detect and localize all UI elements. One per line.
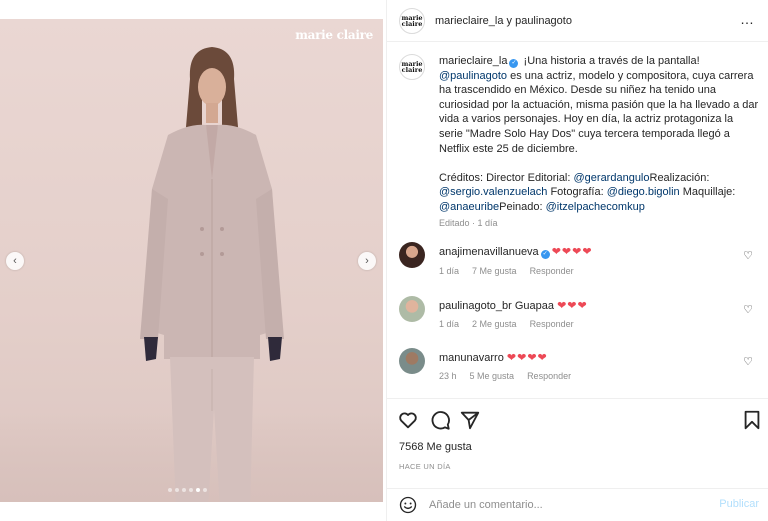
reply-button[interactable]: Responder xyxy=(530,319,574,329)
marie-claire-watermark: marie claire xyxy=(295,28,373,42)
mention-link[interactable]: @paulinagoto xyxy=(439,70,507,82)
comment-time[interactable]: 1 día xyxy=(439,319,459,329)
caption-line: ¡Una historia a través de la pantalla! xyxy=(520,55,700,67)
reply-button[interactable]: Responder xyxy=(527,371,571,381)
mention-link[interactable]: @gerardangulo xyxy=(574,172,650,184)
model-figure xyxy=(140,47,284,502)
mention-link[interactable]: @itzelpachecomkup xyxy=(546,201,645,213)
heart-emojis: ❤❤❤ xyxy=(557,300,588,312)
heart-emojis: ❤❤❤❤ xyxy=(551,246,593,258)
comment-item: anajimenavillanueva ✓ ❤❤❤❤ 1 día 7 Me gust… xyxy=(399,242,759,282)
carousel-dot xyxy=(189,488,193,492)
post-details-panel: marie claire marieclaire_la y paulinagot… xyxy=(386,0,768,521)
mention-link[interactable]: @sergio.valenzuelach xyxy=(439,186,547,198)
comment-bubble-icon[interactable] xyxy=(429,409,451,431)
comment-time[interactable]: 23 h xyxy=(439,371,457,381)
credits-label: Realización: xyxy=(649,171,710,184)
credits-label: Peinado: xyxy=(499,200,546,213)
comment-time[interactable]: 1 día xyxy=(439,266,459,276)
avatar[interactable] xyxy=(399,296,425,322)
post-authors[interactable]: marieclaire_la y paulinagoto xyxy=(435,15,572,27)
carousel-dot xyxy=(182,488,186,492)
avatar[interactable] xyxy=(399,348,425,374)
comment-likes[interactable]: 7 Me gusta xyxy=(472,266,517,276)
caption-username[interactable]: marieclaire_la xyxy=(439,55,507,67)
comment-username[interactable]: paulinagoto_br xyxy=(439,300,512,312)
comment-text: Guapaa xyxy=(511,300,558,312)
publish-comment-button[interactable]: Publicar xyxy=(719,498,759,510)
verified-badge-icon: ✓ xyxy=(540,250,550,259)
credits-label: Maquillaje: xyxy=(679,186,736,199)
heart-emojis: ❤❤❤❤ xyxy=(506,352,548,364)
caption-text: marieclaire_la ✓ ¡Una historia a través d… xyxy=(439,54,759,215)
comment-username[interactable]: anajimenavillanueva xyxy=(439,246,539,258)
likes-count[interactable]: 7568 Me gusta xyxy=(399,441,472,453)
add-comment-bar: Publicar xyxy=(387,488,768,521)
post-actions-bar xyxy=(387,398,768,438)
comment-username[interactable]: manunavarro xyxy=(439,352,504,364)
post-photo[interactable]: marie claire ‹ › xyxy=(0,19,383,502)
comment-item: manunavarro ❤❤❤❤ 23 h 5 Me gusta Respond… xyxy=(399,348,759,388)
caption-body: es una actriz, modelo y compositora, cuy… xyxy=(439,69,759,155)
save-bookmark-icon[interactable] xyxy=(741,409,763,431)
emoji-smiley-icon[interactable] xyxy=(399,496,417,514)
comment-like-heart-icon[interactable]: ♡ xyxy=(743,303,753,316)
carousel-dot xyxy=(168,488,172,492)
carousel-dot-active xyxy=(196,488,200,492)
instagram-post-view: marie claire ‹ › marie claire marieclair… xyxy=(0,0,768,521)
credits-label: Fotografía: xyxy=(547,186,607,199)
share-paper-plane-icon[interactable] xyxy=(459,409,481,431)
mention-link[interactable]: @anaeuribe xyxy=(439,201,499,213)
more-options-icon[interactable]: … xyxy=(740,12,755,26)
carousel-prev-button[interactable]: ‹ xyxy=(6,252,24,270)
verified-badge-icon: ✓ xyxy=(509,59,519,68)
post-caption: marie claire marieclaire_la ✓ ¡Una histor… xyxy=(399,54,759,228)
carousel-dots xyxy=(168,488,207,492)
avatar[interactable]: marie claire xyxy=(399,7,425,34)
reply-button[interactable]: Responder xyxy=(530,266,574,276)
mention-link[interactable]: @diego.bigolin xyxy=(607,186,680,198)
carousel-next-button[interactable]: › xyxy=(358,252,376,270)
comment-likes[interactable]: 5 Me gusta xyxy=(470,371,515,381)
caption-meta: Editado · 1 día xyxy=(439,217,498,228)
post-header: marie claire marieclaire_la y paulinagot… xyxy=(387,0,768,42)
carousel-dot xyxy=(203,488,207,492)
comment-item: paulinagoto_br Guapaa ❤❤❤ 1 día 2 Me gus… xyxy=(399,296,759,336)
avatar[interactable]: marie claire xyxy=(399,54,425,80)
comment-input[interactable] xyxy=(429,497,699,513)
comment-like-heart-icon[interactable]: ♡ xyxy=(743,249,753,262)
comment-like-heart-icon[interactable]: ♡ xyxy=(743,355,753,368)
like-heart-icon[interactable] xyxy=(397,409,419,431)
avatar[interactable] xyxy=(399,242,425,268)
carousel-dot xyxy=(175,488,179,492)
post-timestamp: HACE UN DÍA xyxy=(399,462,451,471)
credits-label: Créditos: Director Editorial: xyxy=(439,171,574,184)
comment-likes[interactable]: 2 Me gusta xyxy=(472,319,517,329)
